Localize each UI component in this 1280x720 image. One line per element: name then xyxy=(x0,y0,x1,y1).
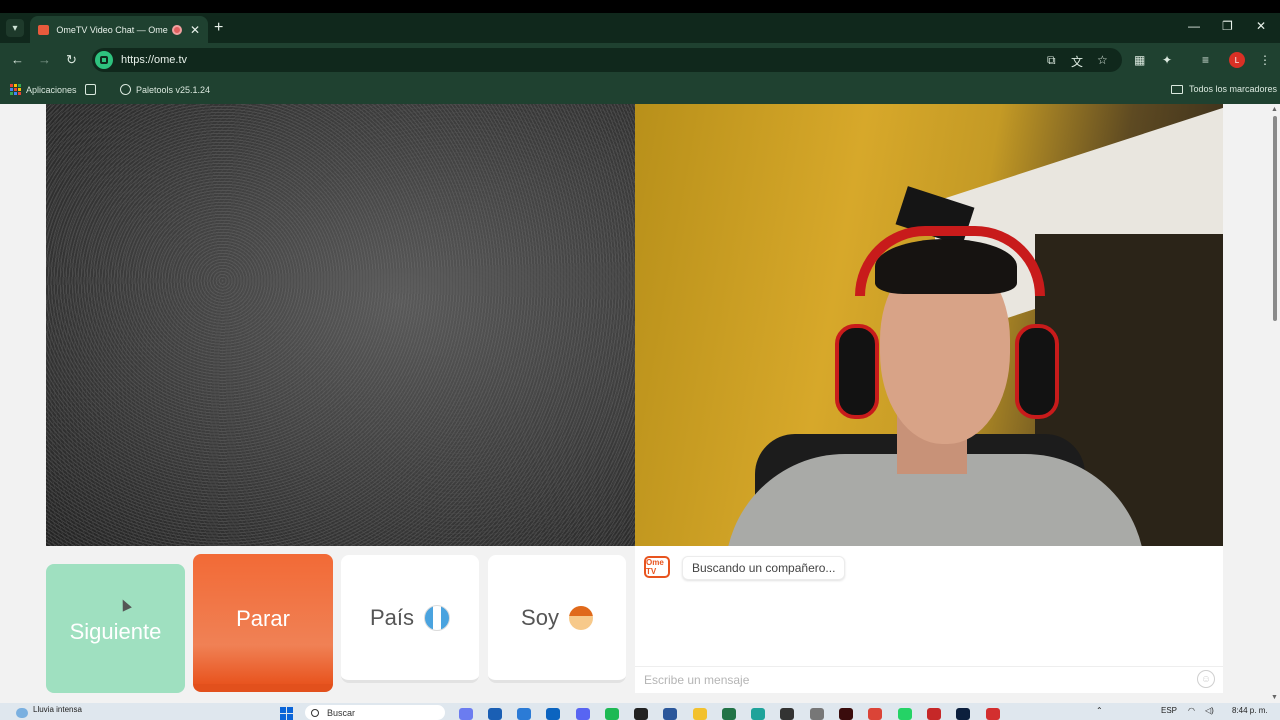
discord-app-icon[interactable] xyxy=(576,708,590,720)
stop-button[interactable]: Parar xyxy=(193,554,333,692)
photoshop-app-icon[interactable] xyxy=(956,708,970,720)
spotify-app-icon[interactable] xyxy=(605,708,619,720)
tab-search-button[interactable]: ▾ xyxy=(6,19,24,37)
store-app-icon[interactable] xyxy=(517,708,531,720)
wifi-icon[interactable]: ◠ xyxy=(1188,706,1195,715)
browser-toolbar: ← → ↻ https://ome.tv ⧉ 文 ☆ ▦ ✦ ≡ L ⋮ xyxy=(0,43,1280,77)
apps-grid-icon xyxy=(10,84,21,95)
scroll-thumb[interactable] xyxy=(1273,116,1277,321)
headphone-right-cup xyxy=(1015,324,1059,419)
message-input[interactable] xyxy=(635,666,1223,693)
address-bar[interactable]: https://ome.tv xyxy=(92,48,1122,72)
tab-groups-button[interactable] xyxy=(85,84,96,95)
headphone-left-cup xyxy=(835,324,879,419)
all-bookmarks-button[interactable]: Todos los marcadores xyxy=(1171,84,1277,94)
search-icon xyxy=(311,708,319,717)
remote-video xyxy=(46,104,635,546)
stop-button-label: Parar xyxy=(236,606,290,631)
whatsapp-app-icon[interactable] xyxy=(898,708,912,720)
install-app-icon[interactable]: ⧉ xyxy=(1047,53,1056,68)
app-icon[interactable] xyxy=(780,708,794,720)
clock[interactable]: 8:44 p. m. xyxy=(1232,706,1268,715)
status-message: Buscando un compañero... xyxy=(682,556,846,580)
close-window-icon[interactable]: ✕ xyxy=(1256,19,1266,33)
windows-taskbar: Lluvia intensa Buscar ⌃ ESP ◠ ◁) 8:44 p.… xyxy=(0,703,1280,720)
emoji-picker-icon[interactable]: ☺ xyxy=(1197,670,1215,688)
scroll-down-icon[interactable]: ▼ xyxy=(1271,694,1278,701)
tray-chevron-icon[interactable]: ⌃ xyxy=(1096,706,1103,715)
scroll-up-icon[interactable]: ▲ xyxy=(1271,106,1278,113)
profile-avatar[interactable]: L xyxy=(1229,52,1245,68)
taskbar-search[interactable]: Buscar xyxy=(305,705,445,720)
tab-strip: ▾ OmeTV Video Chat — Omegle ✕ + — ❐ ✕ xyxy=(0,13,1280,43)
forward-arrow-icon[interactable]: → xyxy=(38,52,51,67)
excel-app-icon[interactable] xyxy=(722,708,736,720)
next-button[interactable]: Siguiente xyxy=(46,564,185,693)
site-info-icon[interactable] xyxy=(95,51,113,69)
ometv-favicon-icon xyxy=(38,24,50,35)
next-button-label: Siguiente xyxy=(69,618,162,644)
globe-icon xyxy=(120,84,131,95)
reload-icon[interactable]: ↻ xyxy=(66,52,77,68)
bookmark-label: Aplicaciones xyxy=(26,84,77,95)
country-button-label: País xyxy=(369,604,415,630)
taskbar-search-label: Buscar xyxy=(327,707,356,718)
new-tab-button[interactable]: + xyxy=(214,19,223,37)
language-indicator[interactable]: ESP xyxy=(1161,706,1177,715)
bookmarks-bar: Aplicaciones Paletools v25.1.24 Todos lo… xyxy=(0,77,1280,104)
app-icon[interactable] xyxy=(751,708,765,720)
recording-indicator-icon xyxy=(172,24,182,35)
screen-top-edge xyxy=(0,0,1280,13)
menu-kebab-icon[interactable]: ⋮ xyxy=(1259,53,1271,67)
back-arrow-icon[interactable]: ← xyxy=(11,52,24,67)
gender-button-label: Soy xyxy=(521,604,559,630)
weather-widget[interactable]: Lluvia intensa xyxy=(16,705,82,718)
bookmark-apps[interactable]: Aplicaciones xyxy=(10,84,77,95)
app-icon[interactable] xyxy=(634,708,648,720)
rain-cloud-icon xyxy=(16,708,28,718)
tab-ometv[interactable]: OmeTV Video Chat — Omegle ✕ xyxy=(30,16,208,43)
minimize-icon[interactable]: — xyxy=(1188,19,1200,33)
windows-start-icon[interactable] xyxy=(280,707,293,720)
extensions-puzzle-icon[interactable]: ✦ xyxy=(1162,53,1172,67)
tab-groups-icon xyxy=(85,84,96,95)
translate-icon[interactable]: 文 xyxy=(1071,53,1083,70)
guatemala-flag-icon xyxy=(424,604,451,631)
boy-emoji-icon xyxy=(568,605,593,630)
weather-label: Lluvia intensa xyxy=(33,705,82,714)
url-text[interactable]: https://ome.tv xyxy=(121,54,187,66)
local-webcam-video xyxy=(635,104,1223,546)
restore-icon[interactable]: ❐ xyxy=(1222,19,1233,33)
all-bookmarks-label: Todos los marcadores xyxy=(1189,84,1278,94)
chat-panel: Ome TV Buscando un compañero... ☺ xyxy=(635,546,1223,693)
page-scrollbar[interactable]: ▲ ▼ xyxy=(1270,104,1280,703)
illustrator-app-icon[interactable] xyxy=(839,708,853,720)
folder-icon xyxy=(1171,84,1183,94)
gender-button[interactable]: Soy xyxy=(488,555,626,683)
app-icon[interactable] xyxy=(927,708,941,720)
app-icon[interactable] xyxy=(810,708,824,720)
bookmark-star-icon[interactable]: ☆ xyxy=(1097,53,1108,67)
country-button[interactable]: País xyxy=(341,555,479,683)
copilot-app-icon[interactable] xyxy=(459,708,473,720)
volume-icon[interactable]: ◁) xyxy=(1205,706,1214,715)
extension-grid-icon[interactable]: ▦ xyxy=(1134,53,1145,67)
bookmark-label: Paletools v25.1.24 xyxy=(136,84,211,95)
bookmark-paletools[interactable]: Paletools v25.1.24 xyxy=(120,84,210,95)
outlook-app-icon[interactable] xyxy=(546,708,560,720)
tab-title: OmeTV Video Chat — Omegle xyxy=(56,24,169,35)
file-explorer-icon[interactable] xyxy=(693,708,707,720)
video-static xyxy=(46,104,635,546)
ometv-logo-icon: Ome TV xyxy=(644,556,670,578)
media-control-icon[interactable]: ≡ xyxy=(1202,53,1209,67)
word-app-icon[interactable] xyxy=(663,708,677,720)
app-icon[interactable] xyxy=(986,708,1000,720)
close-tab-icon[interactable]: ✕ xyxy=(190,23,200,37)
chrome-app-icon[interactable] xyxy=(868,708,882,720)
app-icon[interactable] xyxy=(488,708,502,720)
